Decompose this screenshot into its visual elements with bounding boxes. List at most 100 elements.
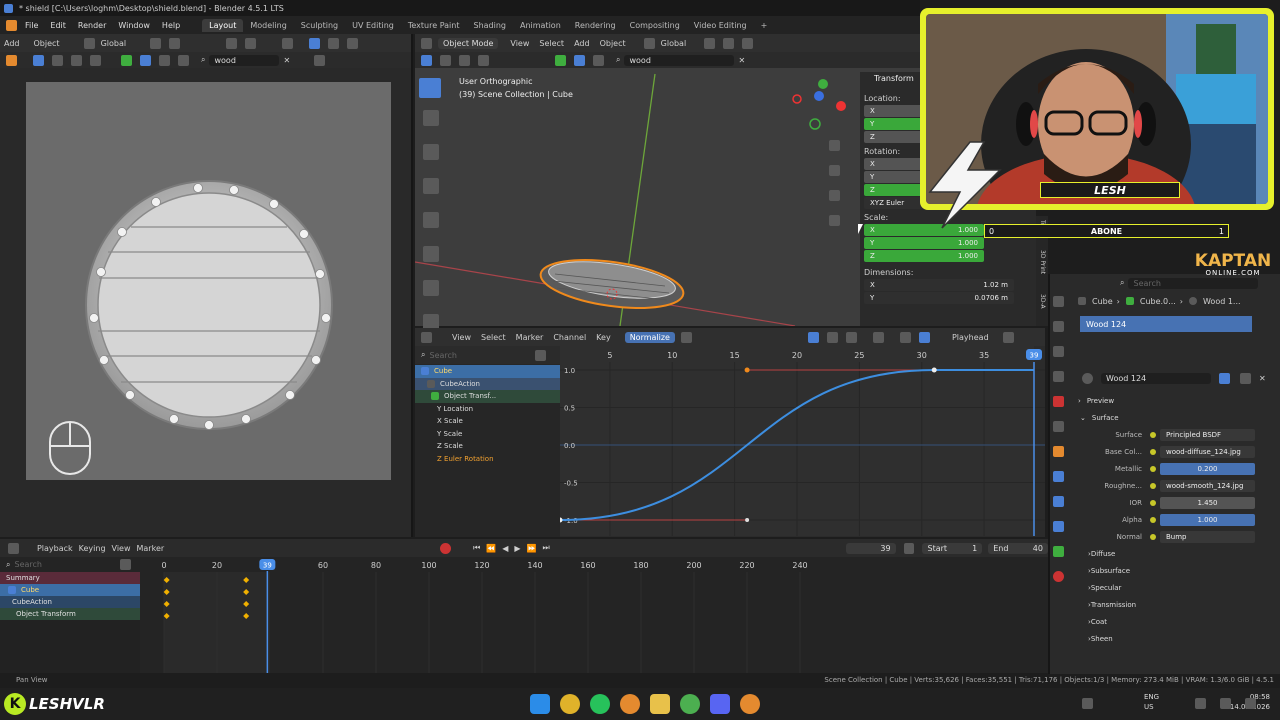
tray-overflow-icon[interactable]	[1082, 698, 1093, 709]
dopesheet-keyframes[interactable]: 0 20 60 80 100 120 140 160 180 200 220 240 39	[140, 557, 1048, 673]
sync-icon[interactable]	[535, 349, 547, 361]
sync-icon[interactable]	[120, 559, 132, 570]
channel-row-fcurve[interactable]: Y Scale	[415, 428, 560, 441]
property-value[interactable]: 1.450	[1160, 496, 1255, 509]
editor-type-icon[interactable]	[8, 542, 19, 554]
menu-playback[interactable]: Playback	[37, 544, 73, 553]
channel-row-fcurve[interactable]: Y Location	[415, 403, 560, 416]
output-tab-icon[interactable]	[1053, 346, 1064, 357]
unlink-icon[interactable]: ✕	[1259, 374, 1266, 383]
camera-view-icon[interactable]	[829, 190, 840, 201]
rotation-y-field[interactable]: Y	[864, 171, 924, 183]
menu-edit[interactable]: Edit	[44, 21, 72, 30]
shading-material-icon[interactable]	[328, 37, 340, 49]
breadcrumb-object[interactable]: Cube	[1092, 297, 1113, 306]
filter-icon[interactable]	[872, 331, 884, 343]
select-mode-icon[interactable]	[33, 54, 44, 66]
property-value[interactable]: 0.200	[1160, 462, 1255, 475]
dopesheet-search-input[interactable]: Search	[14, 560, 114, 569]
tool-tab-icon[interactable]	[1053, 296, 1064, 307]
socket-icon[interactable]	[1150, 516, 1156, 523]
filter-icon[interactable]	[314, 54, 326, 66]
keyframe-point[interactable]	[931, 367, 937, 373]
location-z-field[interactable]: Z	[864, 131, 924, 143]
subsection-coat[interactable]: › Coat	[1050, 613, 1280, 630]
tab-3d-a[interactable]: 3D-A	[1039, 294, 1046, 309]
subsection-transmission[interactable]: › Transmission	[1050, 596, 1280, 613]
handle-point[interactable]	[745, 518, 750, 522]
subsection-sheen[interactable]: › Sheen	[1050, 630, 1280, 647]
location-y-field[interactable]: Y	[864, 118, 924, 130]
current-frame-field[interactable]: 39	[845, 542, 896, 554]
shading-solid-icon[interactable]	[309, 37, 321, 49]
whatsapp-icon[interactable]	[590, 694, 610, 714]
menu-object[interactable]: Object	[34, 39, 60, 48]
filter-light-icon[interactable]	[159, 54, 170, 66]
windows-start-icon[interactable]	[530, 694, 550, 714]
handle-point-active[interactable]	[744, 367, 750, 373]
discord-icon[interactable]	[710, 694, 730, 714]
channel-row-fcurve-active[interactable]: Z Euler Rotation	[415, 453, 560, 466]
errors-only-icon[interactable]	[845, 331, 857, 343]
tab-animation[interactable]: Animation	[513, 19, 568, 32]
proportional-icon[interactable]	[1002, 331, 1014, 343]
surface-section[interactable]: ⌄ Surface	[1050, 409, 1280, 426]
socket-icon[interactable]	[1150, 448, 1156, 455]
jump-end-icon[interactable]: ⏭	[543, 543, 550, 553]
channel-row-action[interactable]: CubeAction	[0, 596, 140, 608]
subsection-subsurface[interactable]: › Subsurface	[1050, 562, 1280, 579]
chrome-icon[interactable]	[560, 694, 580, 714]
data-tab-icon[interactable]	[1053, 546, 1064, 557]
orientation-select[interactable]: Global	[101, 39, 127, 48]
material-browse-icon[interactable]	[1082, 372, 1093, 384]
normalize-toggle[interactable]: Normalize	[624, 331, 675, 343]
tab-shading[interactable]: Shading	[466, 19, 513, 32]
material-slot[interactable]: Wood 124	[1080, 316, 1252, 332]
rotation-x-field[interactable]: X	[864, 158, 924, 170]
channel-search-input[interactable]: Search	[429, 351, 529, 360]
scale-z-field[interactable]: Z 1.000	[864, 250, 984, 262]
filter-empty-icon[interactable]	[178, 54, 189, 66]
menu-view[interactable]: View	[452, 333, 471, 342]
tab-compositing[interactable]: Compositing	[623, 19, 687, 32]
modifier-tab-icon[interactable]	[1053, 471, 1064, 482]
object-tab-icon[interactable]	[1053, 446, 1064, 457]
menu-keying[interactable]: Keying	[79, 544, 106, 553]
menu-add[interactable]: Add	[4, 39, 20, 48]
chrome-profile-icon[interactable]	[680, 694, 700, 714]
transform-tool-icon[interactable]	[423, 246, 439, 262]
next-key-icon[interactable]: ⏩	[527, 544, 537, 553]
prev-key-icon[interactable]: ⏪	[486, 544, 496, 553]
dimension-x-field[interactable]: X 1.02 m	[864, 279, 1014, 291]
select-invert-icon[interactable]	[90, 54, 101, 66]
rotate-tool-icon[interactable]	[423, 178, 439, 194]
shading-rendered-icon[interactable]	[347, 37, 359, 49]
menu-channel[interactable]: Channel	[553, 333, 586, 342]
socket-icon[interactable]	[1150, 533, 1156, 540]
jump-start-icon[interactable]: ⏮	[473, 543, 480, 553]
menu-render[interactable]: Render	[72, 21, 112, 30]
channel-row-group[interactable]: Object Transform	[0, 608, 140, 620]
blender-active-icon[interactable]	[740, 694, 760, 714]
select-subtract-icon[interactable]	[71, 54, 82, 66]
show-hidden-icon[interactable]	[826, 331, 838, 343]
channel-row-object[interactable]: Cube	[415, 365, 560, 378]
menu-marker[interactable]: Marker	[137, 544, 165, 553]
auto-snap-icon[interactable]	[918, 331, 930, 343]
tab-uv-editing[interactable]: UV Editing	[345, 19, 401, 32]
overlay-icon[interactable]	[226, 37, 238, 49]
pivot-icon[interactable]	[899, 331, 911, 343]
end-frame-field[interactable]: End 40	[988, 542, 1048, 554]
snap-icon[interactable]	[150, 37, 162, 49]
filter-camera-icon[interactable]	[140, 54, 151, 66]
subsection-specular[interactable]: › Specular	[1050, 579, 1280, 596]
scale-tool-icon[interactable]	[423, 212, 439, 228]
playhead-select[interactable]: Playhead	[952, 333, 989, 342]
fake-user-icon[interactable]	[1219, 372, 1230, 384]
tab-modeling[interactable]: Modeling	[243, 19, 293, 32]
breadcrumb-mesh[interactable]: Cube.0...	[1140, 297, 1176, 306]
battery-icon[interactable]	[1245, 698, 1256, 709]
start-frame-field[interactable]: Start 1	[922, 542, 983, 554]
material-tab-icon[interactable]	[1053, 571, 1064, 582]
3d-viewport[interactable]: Object Mode View Select Add Object Globa…	[415, 34, 920, 364]
